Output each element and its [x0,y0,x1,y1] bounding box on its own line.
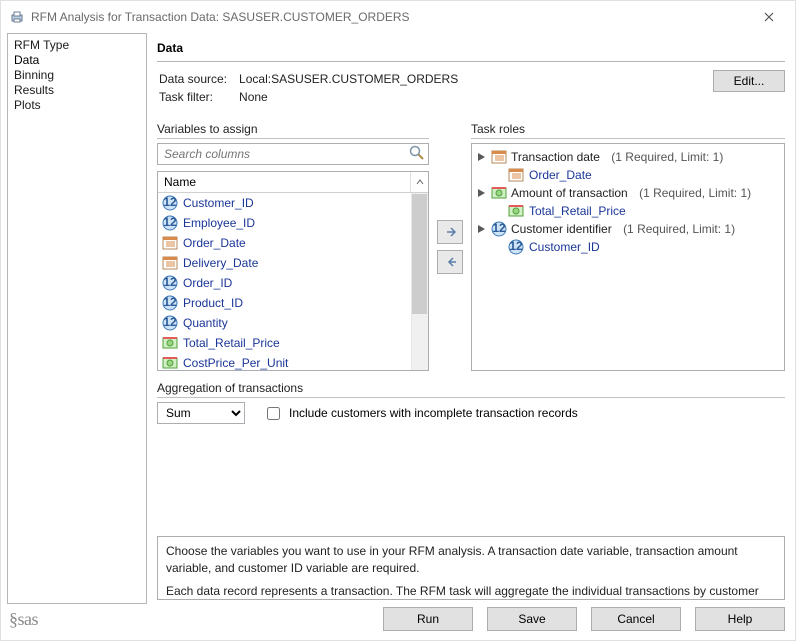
aggregation-section: Aggregation of transactions Sum Include … [157,381,785,424]
nav-item-plots[interactable]: Plots [14,98,140,113]
assign-area: Variables to assign Name [157,122,785,371]
variables-label: Variables to assign [157,122,429,136]
include-incomplete-checkbox-label[interactable]: Include customers with incomplete transa… [263,404,578,423]
role-node[interactable]: Transaction date (1 Required, Limit: 1) [476,148,780,166]
window-close-button[interactable] [751,5,787,29]
help-button[interactable]: Help [695,607,785,631]
currency-icon [162,355,178,370]
task-filter-label: Task filter: [159,90,237,106]
cancel-button[interactable]: Cancel [591,607,681,631]
numeric-icon [491,221,507,237]
footer: §sas Run Save Cancel Help [1,604,795,640]
panel-heading: Data [157,41,785,55]
date-icon [162,235,178,251]
meta-row: Data source: Local:SASUSER.CUSTOMER_ORDE… [157,70,785,108]
arrow-left-icon [444,254,456,270]
numeric-icon [162,315,178,331]
vendor-logo: §sas [9,609,38,630]
variable-rows: Customer_ID Employee_ID Order_Date Deliv… [158,193,428,370]
column-sort-icon[interactable] [410,172,428,192]
help-text-box: Choose the variables you want to use in … [157,536,785,600]
tree-toggle-icon[interactable] [476,152,487,163]
assign-left-button[interactable] [437,250,463,274]
list-item[interactable]: Total_Retail_Price [158,333,428,353]
data-source-label: Data source: [159,72,237,88]
date-icon [162,255,178,271]
save-button[interactable]: Save [487,607,577,631]
scrollbar[interactable] [411,193,428,370]
roles-label: Task roles [471,122,785,136]
role-assigned-item[interactable]: Total_Retail_Price [508,202,780,220]
edit-button[interactable]: Edit... [713,70,785,92]
variables-column: Variables to assign Name [157,122,429,371]
divider [157,61,785,62]
role-assigned-item[interactable]: Customer_ID [508,238,780,256]
assign-right-button[interactable] [437,220,463,244]
numeric-icon [508,239,524,255]
meta-table: Data source: Local:SASUSER.CUSTOMER_ORDE… [157,70,470,108]
numeric-icon [162,195,178,211]
search-box [157,143,429,165]
close-icon [764,12,774,22]
variable-list-header[interactable]: Name [158,172,428,193]
include-incomplete-checkbox[interactable] [267,407,280,420]
list-item[interactable]: Quantity [158,313,428,333]
variable-list: Name Customer_ID Employee_ID Order_Date … [157,171,429,371]
app-icon [9,9,25,25]
run-button[interactable]: Run [383,607,473,631]
nav-panel: RFM Type Data Binning Results Plots [7,33,147,604]
help-para-1: Choose the variables you want to use in … [166,543,776,577]
task-filter-value: None [239,90,468,106]
nav-item-rfm-type[interactable]: RFM Type [14,38,140,53]
scroll-thumb[interactable] [412,194,427,314]
currency-icon [491,185,507,201]
list-item[interactable]: Order_ID [158,273,428,293]
titlebar: RFM Analysis for Transaction Data: SASUS… [1,1,795,33]
dialog-body: RFM Type Data Binning Results Plots Data… [1,33,795,604]
currency-icon [162,335,178,351]
numeric-icon [162,275,178,291]
role-node[interactable]: Amount of transaction (1 Required, Limit… [476,184,780,202]
currency-icon [508,203,524,219]
tree-toggle-icon[interactable] [476,188,487,199]
tree-toggle-icon[interactable] [476,224,487,235]
role-assigned-item[interactable]: Order_Date [508,166,780,184]
date-icon [491,149,507,165]
numeric-icon [162,295,178,311]
data-source-value: Local:SASUSER.CUSTOMER_ORDERS [239,72,468,88]
date-icon [508,167,524,183]
window-title: RFM Analysis for Transaction Data: SASUS… [31,10,751,24]
list-item[interactable]: Product_ID [158,293,428,313]
roles-tree: Transaction date (1 Required, Limit: 1) … [471,143,785,371]
column-header-name[interactable]: Name [158,172,410,192]
numeric-icon [162,215,178,231]
list-item[interactable]: Customer_ID [158,193,428,213]
arrow-right-icon [444,224,456,240]
role-node[interactable]: Customer identifier (1 Required, Limit: … [476,220,780,238]
list-item[interactable]: Delivery_Date [158,253,428,273]
nav-item-binning[interactable]: Binning [14,68,140,83]
list-item[interactable]: CostPrice_Per_Unit [158,353,428,370]
list-item[interactable]: Order_Date [158,233,428,253]
dialog-window: RFM Analysis for Transaction Data: SASUS… [0,0,796,641]
nav-item-results[interactable]: Results [14,83,140,98]
list-item[interactable]: Employee_ID [158,213,428,233]
main-panel: Data Data source: Local:SASUSER.CUSTOMER… [153,33,789,604]
help-para-2: Each data record represents a transactio… [166,583,776,600]
search-input[interactable] [157,143,429,165]
aggregation-label: Aggregation of transactions [157,381,785,395]
roles-column: Task roles Transaction date (1 Required,… [471,122,785,371]
aggregation-select[interactable]: Sum [157,402,245,424]
mover-buttons [435,122,465,371]
nav-item-data[interactable]: Data [14,53,140,68]
search-icon[interactable] [409,145,425,161]
